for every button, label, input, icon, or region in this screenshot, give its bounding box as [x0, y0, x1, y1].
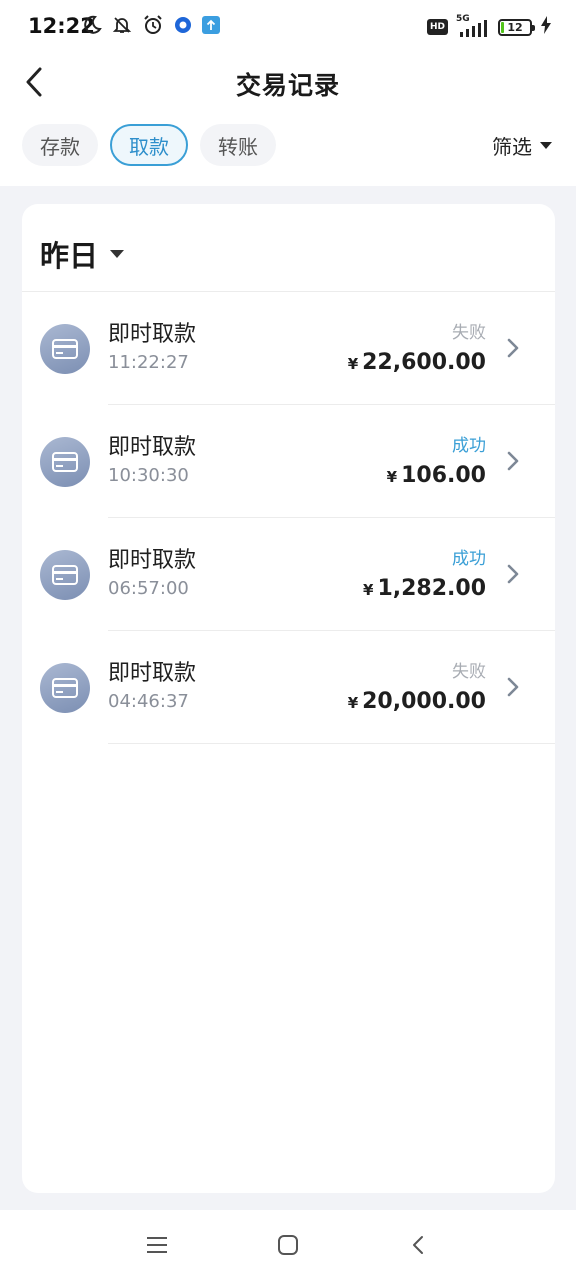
currency-symbol: ¥ — [363, 581, 374, 599]
nav-back-button[interactable] — [398, 1230, 438, 1260]
alarm-icon — [142, 14, 164, 40]
transaction-row[interactable]: 即时取款 10:30:30 成功 ¥ 106.00 — [22, 405, 555, 518]
transaction-status: 失败 — [452, 662, 486, 682]
transaction-row[interactable]: 即时取款 11:22:27 失败 ¥ 22,600.00 — [22, 292, 555, 405]
chevron-right-icon — [503, 336, 523, 360]
battery-level — [501, 21, 504, 33]
status-icons-left — [82, 15, 220, 39]
date-filter[interactable]: 昨日 — [40, 234, 125, 274]
transaction-status: 成功 — [452, 549, 486, 569]
home-square-icon — [278, 1235, 298, 1255]
chevron-right-icon — [503, 449, 523, 473]
charging-icon — [540, 16, 552, 38]
transaction-time: 06:57:00 — [108, 578, 189, 599]
caret-down-icon — [540, 141, 552, 149]
chevron-right-icon — [503, 562, 523, 586]
amount-value: 106.00 — [401, 463, 486, 488]
transaction-list: 即时取款 11:22:27 失败 ¥ 22,600.00 即时取款 10:30:… — [22, 292, 555, 744]
network-label: 5G — [456, 14, 470, 24]
currency-symbol: ¥ — [386, 468, 398, 486]
amount-value: 22,600.00 — [362, 350, 486, 375]
hd-badge: HD — [426, 19, 448, 35]
bell-off-icon — [112, 15, 132, 39]
card-icon — [40, 663, 90, 713]
card-icon — [40, 550, 90, 600]
signal-icon: 5G — [456, 14, 490, 38]
tabs-row: 存款 取款 转账 筛选 — [0, 120, 576, 186]
transaction-status: 失败 — [452, 323, 486, 343]
transaction-card: 昨日 即时取款 11:22:27 失败 ¥ 22,600.00 即时取款 10:… — [22, 204, 555, 1193]
transaction-title: 即时取款 — [108, 548, 197, 573]
transaction-amount: ¥ 20,000.00 — [348, 689, 486, 714]
menu-icon — [147, 1237, 167, 1253]
date-label: 昨日 — [40, 239, 99, 273]
page-title: 交易记录 — [235, 71, 340, 100]
filter-label: 筛选 — [492, 134, 532, 159]
upload-notification-icon — [202, 16, 220, 38]
nav-menu-button[interactable] — [137, 1230, 177, 1260]
tab-deposit[interactable]: 存款 — [22, 124, 98, 166]
transaction-time: 10:30:30 — [108, 465, 189, 486]
transaction-amount: ¥ 1,282.00 — [363, 576, 486, 601]
tab-transfer[interactable]: 转账 — [200, 124, 276, 166]
status-bar: 12:22 HD 5G 12 — [0, 0, 576, 56]
moon-icon — [82, 15, 102, 39]
transaction-title: 即时取款 — [108, 661, 197, 686]
currency-symbol: ¥ — [347, 694, 359, 712]
amount-value: 1,282.00 — [377, 576, 486, 601]
card-icon — [40, 324, 90, 374]
card-icon — [40, 437, 90, 487]
nav-home-button[interactable] — [268, 1230, 308, 1260]
tab-withdraw[interactable]: 取款 — [110, 124, 188, 166]
chevron-right-icon — [503, 675, 523, 699]
transaction-title: 即时取款 — [108, 322, 197, 347]
navigation-bar — [0, 1210, 576, 1280]
chevron-left-icon — [413, 1236, 423, 1254]
battery-text: 12 — [507, 20, 523, 34]
filter-button[interactable]: 筛选 — [492, 130, 552, 160]
transaction-status: 成功 — [452, 436, 486, 456]
status-icons-right: HD 5G 12 — [426, 14, 552, 40]
battery-icon: 12 — [498, 18, 535, 36]
transaction-row[interactable]: 即时取款 04:46:37 失败 ¥ 20,000.00 — [22, 631, 555, 744]
currency-symbol: ¥ — [347, 355, 359, 373]
transaction-title: 即时取款 — [108, 435, 197, 460]
app-notification-icon — [174, 16, 192, 38]
transaction-row[interactable]: 即时取款 06:57:00 成功 ¥ 1,282.00 — [22, 518, 555, 631]
transaction-amount: ¥ 22,600.00 — [348, 350, 486, 375]
transaction-time: 04:46:37 — [108, 691, 189, 712]
amount-value: 20,000.00 — [362, 689, 486, 714]
caret-down-icon — [110, 250, 125, 258]
transaction-amount: ¥ 106.00 — [387, 463, 486, 488]
transaction-time: 11:22:27 — [108, 352, 189, 373]
header: 交易记录 — [0, 56, 576, 112]
